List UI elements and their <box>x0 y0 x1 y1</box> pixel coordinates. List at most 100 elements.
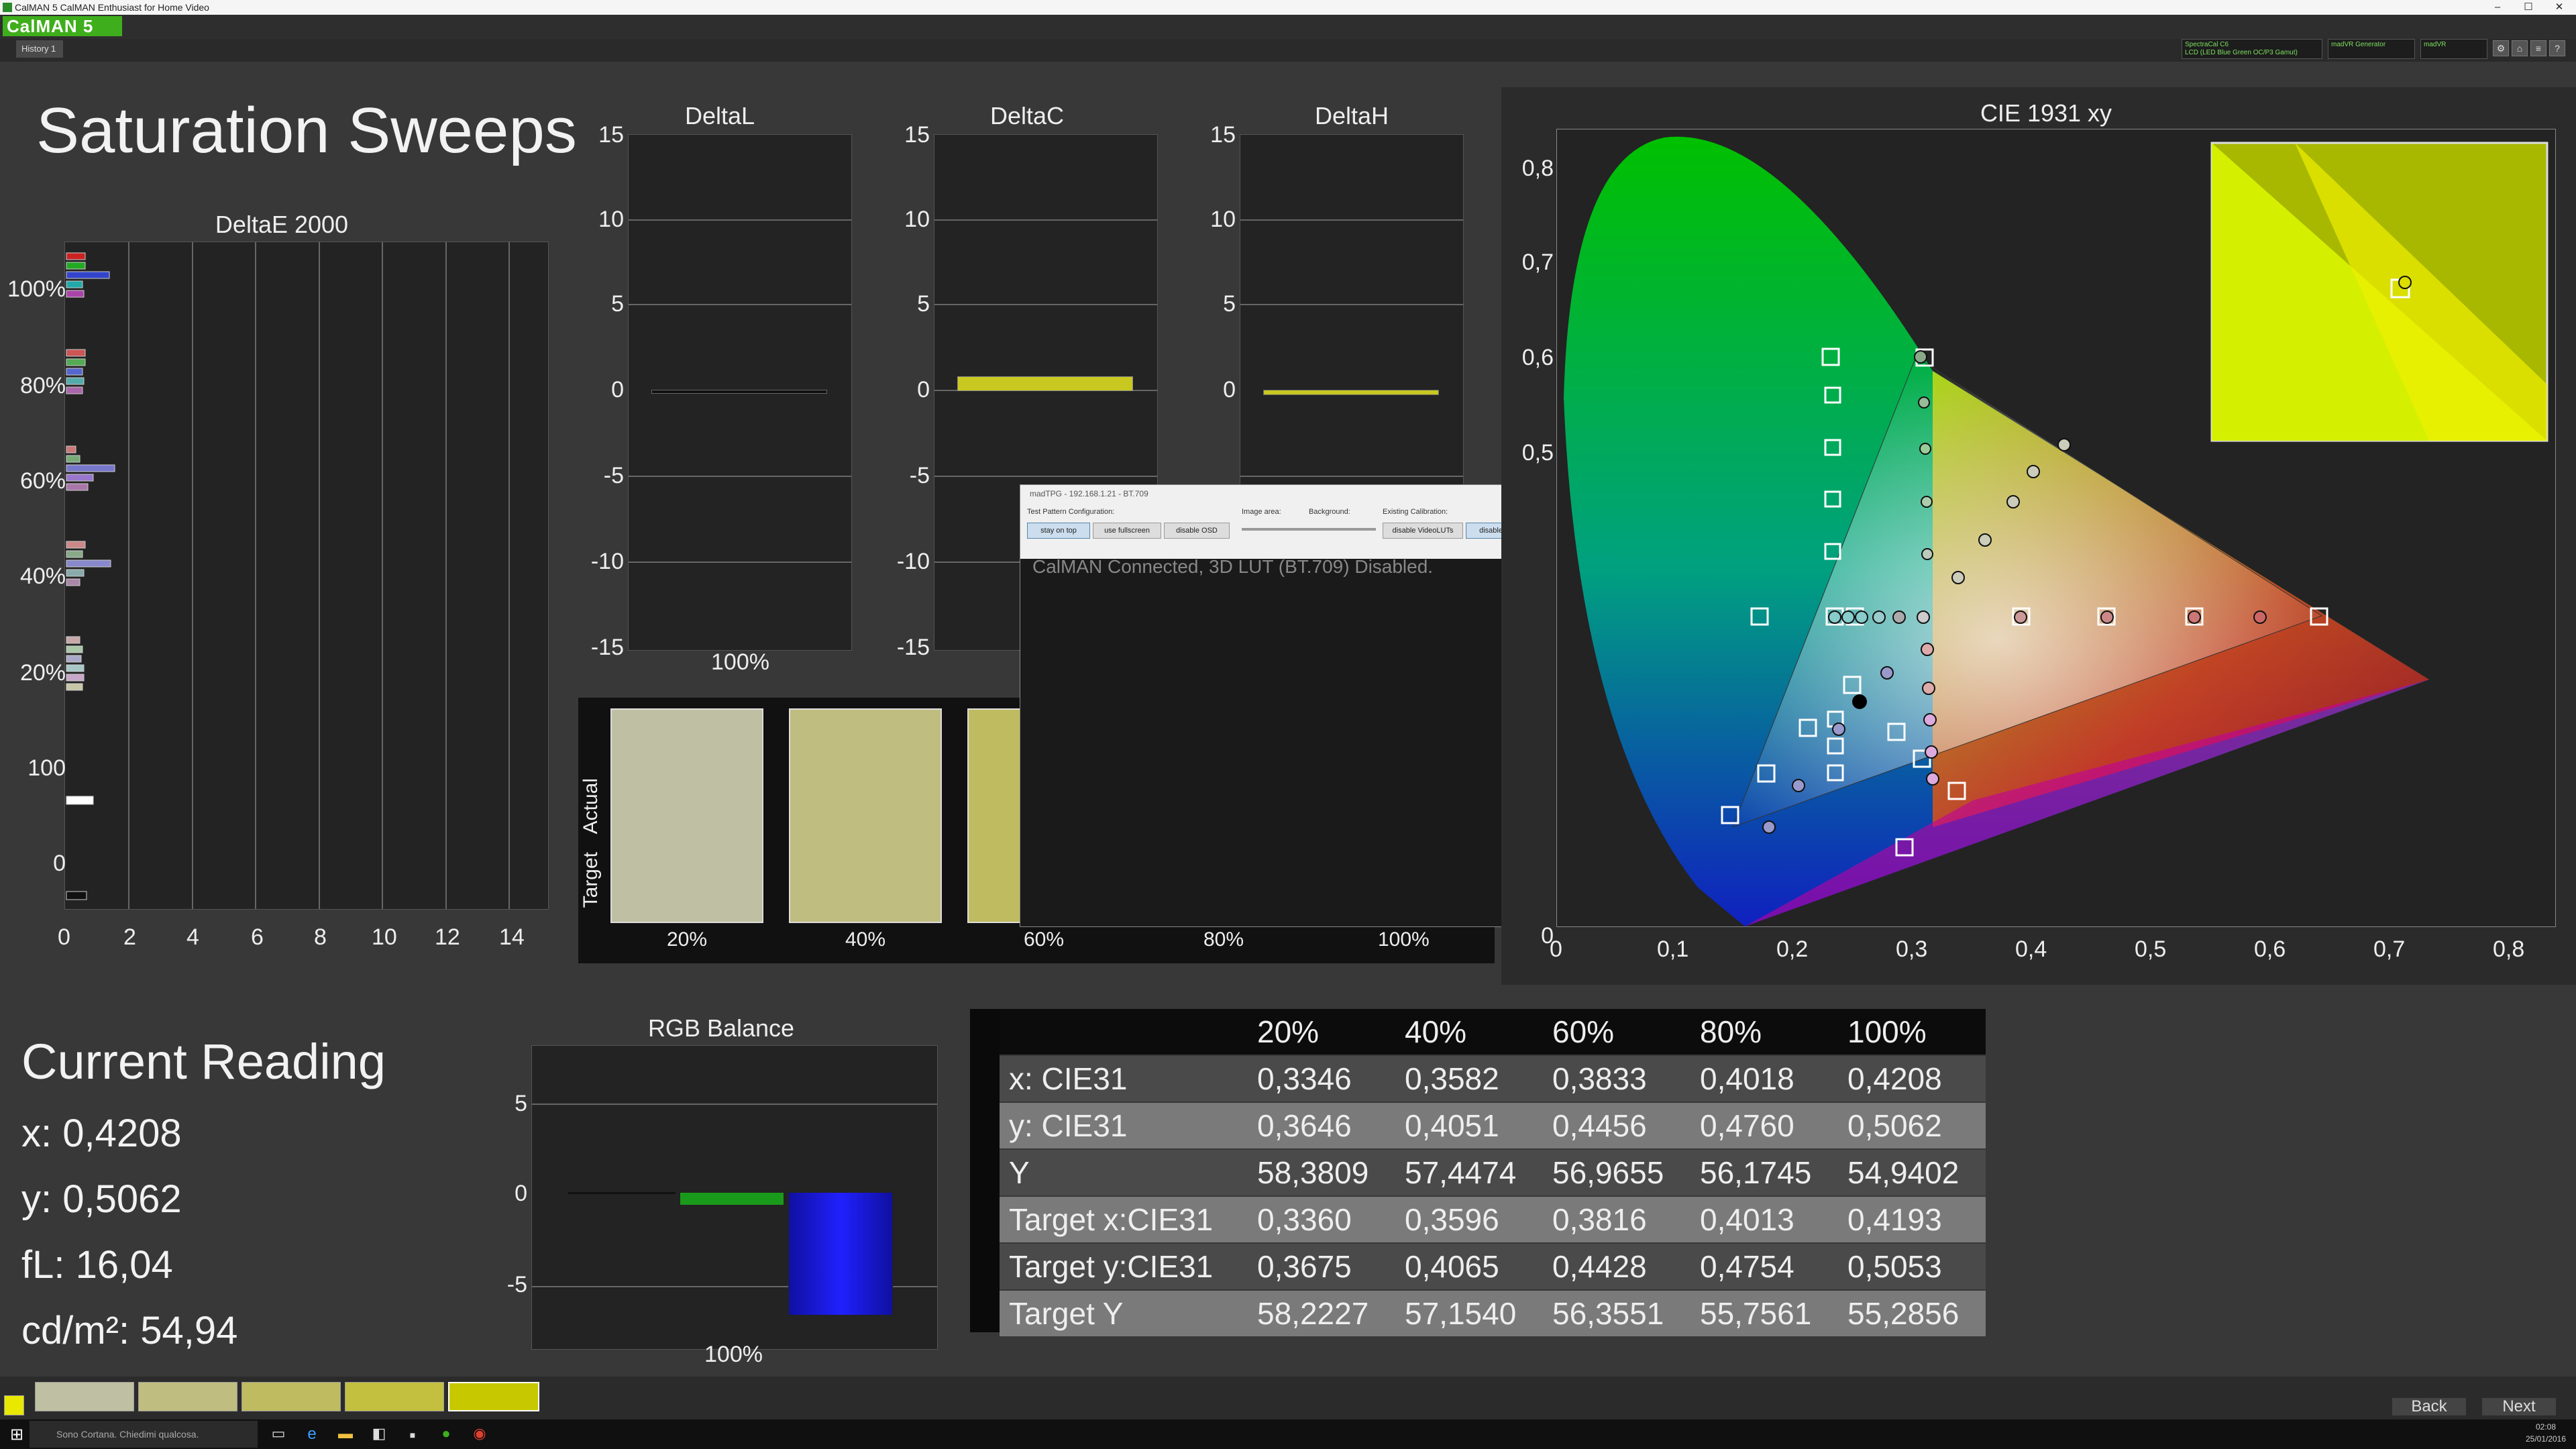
pattern-swatch-80[interactable] <box>345 1382 444 1411</box>
table-cell: 0,4018 <box>1700 1061 1794 1096</box>
madtpg-window[interactable]: madTPG - 192.168.1.21 - BT.709 Test Patt… <box>1020 484 1543 927</box>
table-cell: 0,3646 <box>1257 1108 1352 1143</box>
deltah-ytick: 5 <box>1223 291 1236 317</box>
cie-xtick: 0,2 <box>1776 936 1809 962</box>
cie-xtick: 0,8 <box>2493 936 2525 962</box>
swatch-label-80: 80% <box>1203 928 1244 951</box>
rgb-bar-red <box>568 1192 676 1194</box>
next-button[interactable]: Next <box>2482 1398 2556 1415</box>
grid-line <box>532 1104 937 1105</box>
deltae-label-40: 40% <box>19 564 66 589</box>
calman-taskbar-icon[interactable]: ● <box>436 1425 456 1445</box>
pattern-swatch-60[interactable] <box>241 1382 341 1411</box>
table-cell: 0,4193 <box>1847 1202 1942 1237</box>
table-cell: 0,4754 <box>1700 1249 1794 1284</box>
generator-selector[interactable]: madVR Generator <box>2328 39 2415 59</box>
cie-xtick: 0,4 <box>2015 936 2047 962</box>
deltal-chart <box>628 134 852 651</box>
column-header: 60% <box>1552 1014 1615 1049</box>
grid-line <box>629 219 851 221</box>
table-cell: 0,4065 <box>1405 1249 1499 1284</box>
home-icon[interactable]: ⌂ <box>2512 40 2528 56</box>
bar-cyan-80 <box>66 377 85 385</box>
deltac-title: DeltaC <box>989 102 1065 129</box>
grid-line <box>934 219 1157 221</box>
reading-y: y: 0,5062 <box>21 1177 182 1221</box>
cie-xtick: 0 <box>1550 936 1562 962</box>
disable-osd-button[interactable]: disable OSD <box>1164 523 1230 539</box>
table-row: Target x:CIE31 0,3360 0,3596 0,3816 0,40… <box>1000 1197 1986 1242</box>
maximize-button[interactable]: ☐ <box>2513 0 2544 15</box>
back-button[interactable]: Back <box>2392 1398 2466 1415</box>
table-cell: 0,4428 <box>1552 1249 1647 1284</box>
table-cell: 57,1540 <box>1405 1296 1517 1331</box>
grid-line <box>629 561 851 563</box>
deltae-xtick: 14 <box>499 924 525 950</box>
table-cell: 55,2856 <box>1847 1296 1960 1331</box>
chrome-icon[interactable]: ◉ <box>470 1425 490 1445</box>
pattern-swatch-40[interactable] <box>138 1382 237 1411</box>
measurement-point <box>1918 396 1930 409</box>
table-cell: 0,4208 <box>1847 1061 1942 1096</box>
measurement-point <box>1922 682 1935 695</box>
pattern-swatch-100[interactable] <box>448 1382 539 1411</box>
settings-icon[interactable]: ⚙ <box>2493 40 2509 56</box>
file-explorer-icon[interactable]: ▬ <box>335 1425 356 1445</box>
cie-ytick: 0,7 <box>1521 250 1554 275</box>
measurement-point <box>1978 533 1992 547</box>
options-icon[interactable]: ≡ <box>2530 40 2546 56</box>
madtpg-status: CalMAN Connected, 3D LUT (BT.709) Disabl… <box>1032 556 1434 577</box>
column-header: 20% <box>1257 1014 1320 1049</box>
close-button[interactable]: ✕ <box>2544 0 2575 15</box>
use-fullscreen-button[interactable]: use fullscreen <box>1093 523 1161 539</box>
display-name: madVR <box>2424 41 2447 48</box>
measurement-point <box>1921 548 1933 560</box>
row-label: Target x:CIE31 <box>1009 1202 1214 1237</box>
measurement-point <box>1872 610 1886 624</box>
app-icon-tb[interactable]: ■ <box>402 1425 423 1445</box>
table-cell: 0,4760 <box>1700 1108 1794 1143</box>
pattern-swatch-20[interactable] <box>35 1382 134 1411</box>
window-title: CalMAN 5 CalMAN Enthusiast for Home Vide… <box>15 2 209 13</box>
bar-green-40 <box>66 550 83 558</box>
tab-history-1[interactable]: History 1 <box>16 40 63 58</box>
edge-icon[interactable]: e <box>302 1425 322 1445</box>
task-view-icon[interactable]: ▭ <box>268 1425 288 1445</box>
measurement-point <box>1925 745 1938 759</box>
meter-selector[interactable]: SpectraCal C6 LCD (LED Blue Green OC/P3 … <box>2182 39 2322 59</box>
grid-line <box>1240 476 1463 477</box>
madtpg-title: madTPG - 192.168.1.21 - BT.709 <box>1020 485 1542 502</box>
measurement-point <box>1832 722 1845 736</box>
stay-on-top-button[interactable]: stay on top <box>1027 523 1090 539</box>
table-cell: 56,9655 <box>1552 1155 1664 1190</box>
bar-red-40 <box>66 541 86 549</box>
deltae-label-80: 80% <box>19 373 66 398</box>
image-area-slider[interactable] <box>1242 528 1376 531</box>
cortana-search-box[interactable]: Sono Cortana. Chiedimi qualcosa. <box>30 1421 258 1448</box>
minimize-button[interactable]: – <box>2482 0 2513 15</box>
table-cell: 0,3675 <box>1257 1249 1352 1284</box>
disable-videoluts-button[interactable]: disable VideoLUTs <box>1383 523 1463 539</box>
cie-title: CIE 1931 xy <box>1980 99 2112 127</box>
deltae-bars-80 <box>66 349 86 394</box>
clock-time: 02:08 <box>2535 1422 2557 1432</box>
help-icon[interactable]: ? <box>2549 40 2565 56</box>
measurement-point <box>2006 495 2020 508</box>
cie-ytick: 0,8 <box>1521 156 1554 181</box>
table-row: x: CIE31 0,3346 0,3582 0,3833 0,4018 0,4… <box>1000 1056 1986 1102</box>
table-cell: 0,3346 <box>1257 1061 1352 1096</box>
measurement-point <box>2253 610 2267 624</box>
measurement-point <box>1855 610 1868 624</box>
deltae-bars-20 <box>66 636 85 691</box>
windows-start-icon[interactable]: ⊞ <box>7 1425 27 1445</box>
display-selector[interactable]: madVR <box>2420 39 2487 59</box>
store-icon[interactable]: ◧ <box>369 1425 389 1445</box>
rgb-ytick: 0 <box>515 1181 527 1206</box>
cie-zoom-inset <box>2210 142 2548 442</box>
calman-logo-button[interactable]: CalMAN 5 <box>3 16 122 36</box>
table-cell: 0,3816 <box>1552 1202 1647 1237</box>
deltae-xtick: 2 <box>123 924 136 950</box>
image-area-label: Image area: <box>1242 508 1281 516</box>
cie-diagram <box>1564 136 2548 926</box>
table-cell: 56,3551 <box>1552 1296 1664 1331</box>
